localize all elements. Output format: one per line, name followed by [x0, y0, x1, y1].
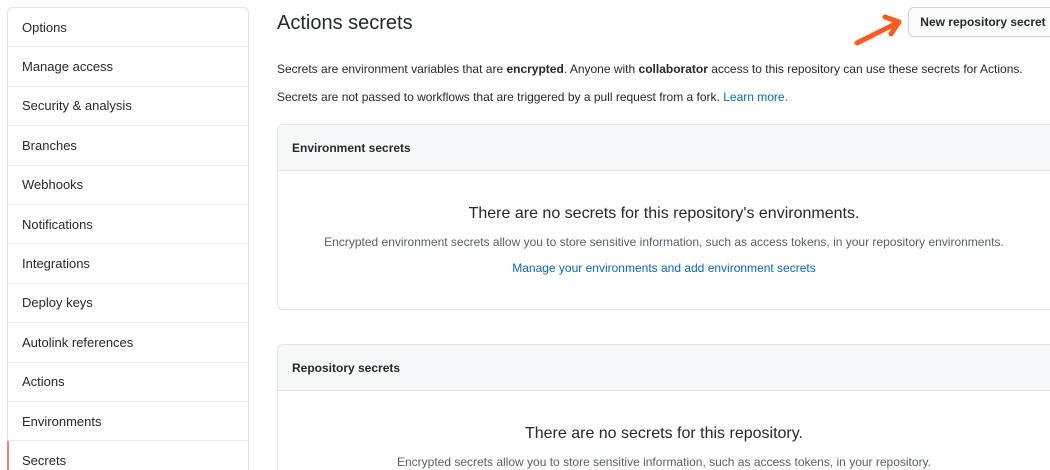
environment-secrets-header: Environment secrets	[278, 125, 1050, 171]
sidebar-item-label: Notifications	[22, 216, 93, 232]
sidebar-item-label: Environments	[22, 413, 102, 429]
sidebar-item-label: Deploy keys	[22, 295, 93, 311]
repository-secrets-header: Repository secrets	[278, 345, 1050, 391]
sidebar-item-label: Webhooks	[22, 177, 84, 193]
sidebar-item-label: Branches	[22, 137, 77, 153]
sidebar-item-security-analysis[interactable]: Security & analysis	[8, 87, 248, 127]
sidebar-item-notifications[interactable]: Notifications	[8, 205, 248, 245]
sidebar-item-environments[interactable]: Environments	[8, 402, 248, 442]
sidebar-item-label: Autolink references	[22, 334, 134, 350]
empty-title-text: There are no secrets for this repository…	[524, 425, 804, 442]
desc-text: Secrets are not passed to workflows that…	[277, 90, 724, 104]
sidebar-item-secrets[interactable]: Secrets	[7, 441, 248, 470]
repository-secrets-empty-title: There are no secrets for this repository…	[278, 425, 1050, 443]
empty-title-text: There are no secrets for this repository…	[468, 205, 860, 222]
sidebar-item-integrations[interactable]: Integrations	[8, 244, 248, 284]
environment-secrets-box: Environment secrets There are no secrets…	[277, 124, 1050, 310]
sidebar-item-label: Options	[22, 19, 67, 35]
environment-secrets-empty-text: Encrypted environment secrets allow you …	[278, 233, 1050, 251]
empty-text: Encrypted environment secrets allow you …	[324, 235, 1004, 249]
sidebar-item-manage-access[interactable]: Manage access	[8, 47, 248, 87]
sidebar-item-label: Integrations	[22, 256, 90, 272]
settings-sidebar: Options Manage access Security & analysi…	[7, 7, 249, 470]
repository-secrets-box: Repository secrets There are no secrets …	[277, 344, 1050, 470]
sidebar-item-actions[interactable]: Actions	[8, 363, 248, 402]
empty-text: Encrypted secrets allow you to store sen…	[396, 455, 932, 469]
desc-bold-collaborator: collaborator	[638, 62, 708, 76]
learn-more-link[interactable]: Learn more.	[723, 90, 788, 104]
sidebar-item-branches[interactable]: Branches	[8, 126, 248, 166]
sidebar-item-label: Actions	[22, 374, 65, 390]
desc-bold-encrypted: encrypted	[506, 62, 564, 76]
sidebar-item-label: Secrets	[22, 452, 67, 468]
desc-text: . Anyone with	[563, 62, 639, 76]
page-title: Actions secrets	[277, 12, 413, 34]
repository-secrets-empty-text: Encrypted secrets allow you to store sen…	[278, 453, 1050, 470]
sidebar-item-label: Manage access	[22, 59, 114, 75]
manage-environments-link[interactable]: Manage your environments and add environ…	[512, 261, 816, 275]
sidebar-item-webhooks[interactable]: Webhooks	[8, 166, 248, 205]
secrets-description: Secrets are environment variables that a…	[277, 62, 1023, 76]
environment-secrets-empty-title: There are no secrets for this repository…	[278, 205, 1050, 223]
sidebar-item-autolink-references[interactable]: Autolink references	[8, 323, 248, 363]
desc-text: Secrets are environment variables that a…	[277, 62, 507, 76]
sidebar-item-deploy-keys[interactable]: Deploy keys	[8, 284, 248, 324]
sidebar-item-label: Security & analysis	[22, 98, 132, 114]
main-content: Actions secrets New repository secret Se…	[277, 0, 1050, 470]
fork-description: Secrets are not passed to workflows that…	[277, 90, 788, 104]
environment-secrets-link-row: Manage your environments and add environ…	[278, 259, 1050, 277]
desc-text: access to this repository can use these …	[707, 62, 1023, 76]
sidebar-item-options[interactable]: Options	[8, 8, 248, 48]
arrow-annotation-icon	[854, 14, 902, 46]
settings-page: Options Manage access Security & analysi…	[0, 0, 1050, 470]
new-repository-secret-button[interactable]: New repository secret	[908, 7, 1050, 37]
